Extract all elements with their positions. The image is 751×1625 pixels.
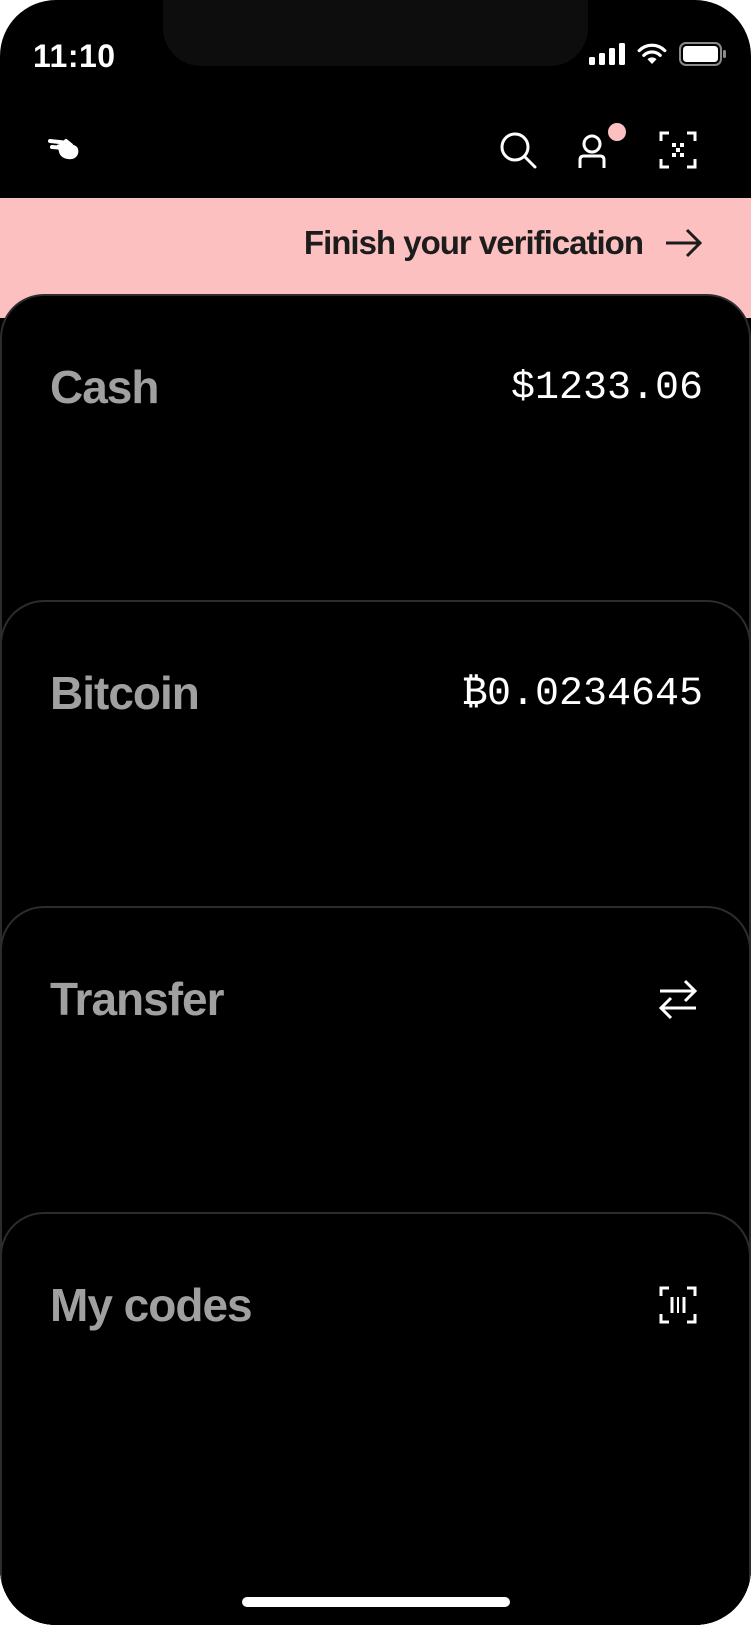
cash-title: Cash: [50, 361, 159, 413]
battery-icon: [679, 42, 726, 66]
scan-qr-icon: [659, 131, 697, 169]
transfer-arrows-icon: [658, 979, 698, 1019]
hand-logo-icon: [48, 139, 79, 160]
search-button[interactable]: [492, 124, 544, 176]
phone-screen: 11:10 Finish your verification Cash $123…: [0, 0, 751, 1625]
finish-verification-link[interactable]: Finish your verification: [304, 224, 703, 262]
arrow-right-icon: [666, 228, 703, 258]
cash-balance: $1233.06: [510, 366, 703, 411]
banner-text: Finish your verification: [303, 224, 644, 261]
status-time: 11:10: [33, 38, 116, 74]
my-codes-icon-wrap: [657, 1284, 699, 1326]
transfer-icon-wrap: [657, 978, 699, 1020]
transfer-title: Transfer: [50, 973, 225, 1025]
notification-dot: [608, 123, 626, 141]
status-icons: [589, 42, 727, 66]
wifi-icon: [637, 43, 667, 64]
barcode-scan-icon: [659, 1286, 697, 1324]
scan-qr-button[interactable]: [652, 124, 704, 176]
app-header: [0, 100, 751, 198]
home-indicator[interactable]: [242, 1597, 510, 1607]
bitcoin-balance: ₿0.0234645: [462, 672, 703, 717]
search-icon: [500, 132, 537, 169]
my-codes-card[interactable]: My codes: [0, 1212, 751, 1625]
my-codes-title: My codes: [50, 1279, 253, 1331]
logo-button[interactable]: [40, 130, 88, 170]
profile-button[interactable]: [572, 123, 626, 176]
bitcoin-title: Bitcoin: [50, 667, 200, 719]
status-bar: 11:10: [0, 0, 751, 100]
cellular-signal-icon: [589, 43, 625, 65]
